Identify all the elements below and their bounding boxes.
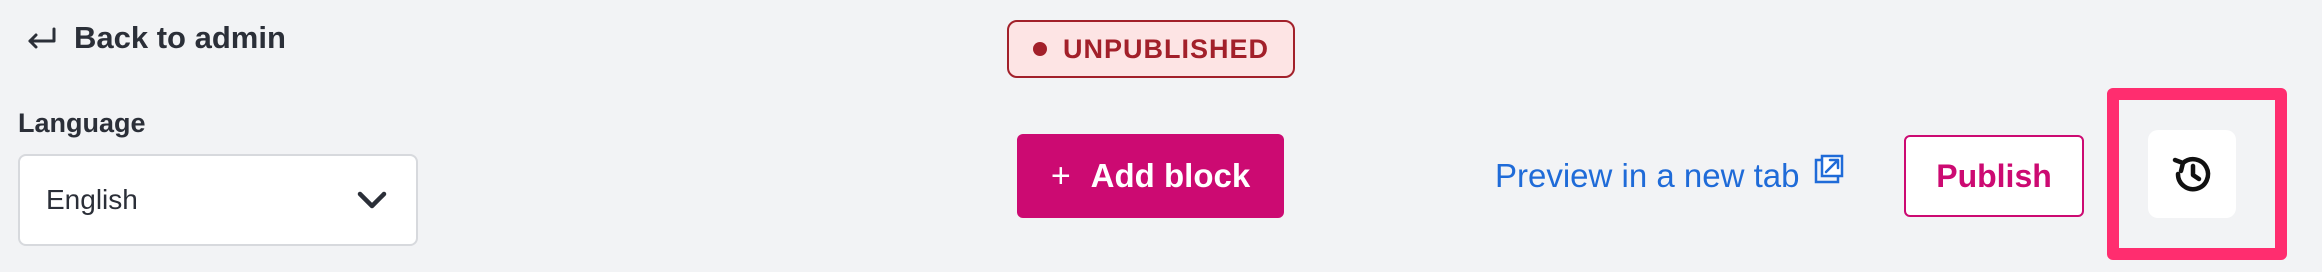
chevron-down-icon <box>357 191 387 209</box>
language-select[interactable]: English <box>18 154 418 246</box>
back-to-admin-link[interactable]: Back to admin <box>24 14 286 62</box>
arrow-return-left-icon <box>28 27 56 49</box>
history-icon <box>2172 157 2211 192</box>
preview-new-tab-link[interactable]: Preview in a new tab <box>1495 150 1844 202</box>
add-block-label: Add block <box>1090 157 1251 194</box>
status-dot-icon <box>1032 42 1047 56</box>
back-to-admin-label: Back to admin <box>74 20 286 55</box>
add-block-button[interactable]: + Add block <box>1017 134 1284 218</box>
external-link-icon <box>1814 154 1843 184</box>
plus-icon: + <box>1050 157 1071 195</box>
publish-label: Publish <box>1936 157 2052 194</box>
status-badge: UNPUBLISHED <box>1007 20 1295 78</box>
status-text: UNPUBLISHED <box>1062 33 1269 64</box>
history-button[interactable] <box>2148 130 2236 218</box>
language-selected-value: English <box>46 184 138 215</box>
preview-label: Preview in a new tab <box>1495 157 1800 194</box>
publish-button[interactable]: Publish <box>1904 135 2084 217</box>
language-label: Language <box>18 108 146 138</box>
